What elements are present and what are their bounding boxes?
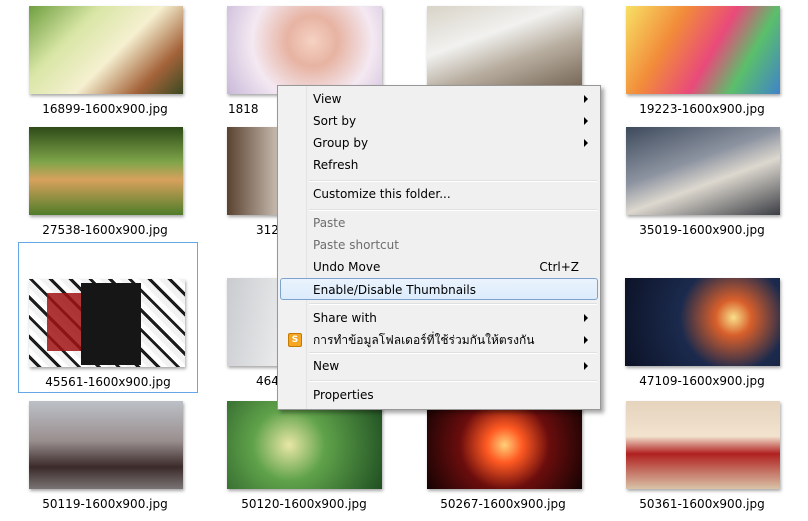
file-name: 50267-1600x900.jpg <box>440 497 566 511</box>
file-item[interactable]: 47109-1600x900.jpg <box>622 242 782 392</box>
menu-item-sync-folders[interactable]: S การทำข้อมูลโฟลเดอร์ที่ใช้ร่วมกันให้ตรง… <box>280 329 598 351</box>
context-menu: View Sort by Group by Refresh Customize … <box>277 85 601 410</box>
file-item[interactable]: 50361-1600x900.jpg <box>622 395 782 515</box>
menu-item-enable-disable-thumbnails[interactable]: Enable/Disable Thumbnails <box>280 278 598 300</box>
file-item-selected[interactable]: 45561-1600x900.jpg <box>18 242 198 393</box>
menu-item-label: Paste <box>313 216 346 230</box>
menu-item-label: Paste shortcut <box>313 238 399 252</box>
file-thumbnail[interactable] <box>427 401 582 489</box>
menu-separator <box>309 180 597 182</box>
menu-item-label: Refresh <box>313 158 359 172</box>
menu-item-paste: Paste <box>280 212 598 234</box>
menu-item-label: Enable/Disable Thumbnails <box>313 283 476 297</box>
file-thumbnail[interactable] <box>626 127 780 215</box>
menu-item-view[interactable]: View <box>280 88 598 110</box>
submenu-arrow-icon <box>584 117 588 125</box>
file-item[interactable]: 50119-1600x900.jpg <box>25 395 185 515</box>
menu-item-refresh[interactable]: Refresh <box>280 154 598 176</box>
menu-separator <box>309 209 597 211</box>
file-thumbnail[interactable] <box>427 6 582 94</box>
file-name: 27538-1600x900.jpg <box>42 223 168 237</box>
file-thumbnail[interactable] <box>29 279 185 367</box>
sync-app-icon: S <box>288 333 302 347</box>
file-thumbnail[interactable] <box>227 6 382 94</box>
thumbnail-art <box>81 283 141 365</box>
menu-item-group-by[interactable]: Group by <box>280 132 598 154</box>
file-item[interactable]: 50267-1600x900.jpg <box>423 395 583 515</box>
menu-item-label: Sort by <box>313 114 357 128</box>
shortcut-label: Ctrl+Z <box>539 260 579 274</box>
menu-item-label: Share with <box>313 311 377 325</box>
file-name: 45561-1600x900.jpg <box>45 375 171 389</box>
file-name: 50120-1600x900.jpg <box>241 497 367 511</box>
file-thumbnail[interactable] <box>626 6 780 94</box>
menu-item-label: View <box>313 92 342 106</box>
menu-item-label: Customize this folder... <box>313 187 451 201</box>
menu-item-label: Properties <box>313 388 374 402</box>
file-item[interactable]: 50120-1600x900.jpg <box>224 395 384 515</box>
file-item[interactable]: 35019-1600x900.jpg <box>622 122 782 242</box>
menu-item-new[interactable]: New <box>280 355 598 377</box>
menu-item-label: การทำข้อมูลโฟลเดอร์ที่ใช้ร่วมกันให้ตรงกั… <box>313 333 535 347</box>
file-thumbnail[interactable] <box>29 401 183 489</box>
file-name: 50361-1600x900.jpg <box>639 497 765 511</box>
file-thumbnail[interactable] <box>626 401 780 489</box>
menu-separator <box>309 380 597 382</box>
menu-item-label: Undo Move <box>313 260 381 274</box>
file-item[interactable]: 16899-1600x900.jpg <box>25 0 185 120</box>
menu-item-label: Group by <box>313 136 369 150</box>
file-thumbnail[interactable] <box>227 401 382 489</box>
menu-item-share-with[interactable]: Share with <box>280 307 598 329</box>
submenu-arrow-icon <box>584 336 588 344</box>
file-name: 19223-1600x900.jpg <box>639 102 765 116</box>
menu-item-label: New <box>313 359 340 373</box>
menu-item-sort-by[interactable]: Sort by <box>280 110 598 132</box>
file-thumbnail[interactable] <box>29 6 183 94</box>
menu-item-properties[interactable]: Properties <box>280 384 598 406</box>
file-name: 35019-1600x900.jpg <box>639 223 765 237</box>
file-name: 16899-1600x900.jpg <box>42 102 168 116</box>
menu-item-undo-move[interactable]: Undo Move Ctrl+Z <box>280 256 598 278</box>
file-item[interactable]: 19223-1600x900.jpg <box>622 0 782 120</box>
submenu-arrow-icon <box>584 362 588 370</box>
file-item[interactable]: 27538-1600x900.jpg <box>25 122 185 242</box>
menu-separator <box>309 352 597 354</box>
menu-item-paste-shortcut: Paste shortcut <box>280 234 598 256</box>
submenu-arrow-icon <box>584 314 588 322</box>
submenu-arrow-icon <box>584 95 588 103</box>
file-thumbnail[interactable] <box>29 127 183 215</box>
file-thumbnail[interactable] <box>625 278 780 366</box>
file-name: 47109-1600x900.jpg <box>639 374 765 388</box>
file-name: 50119-1600x900.jpg <box>42 497 168 511</box>
menu-separator <box>309 303 597 305</box>
submenu-arrow-icon <box>584 139 588 147</box>
menu-item-customize-folder[interactable]: Customize this folder... <box>280 183 598 205</box>
